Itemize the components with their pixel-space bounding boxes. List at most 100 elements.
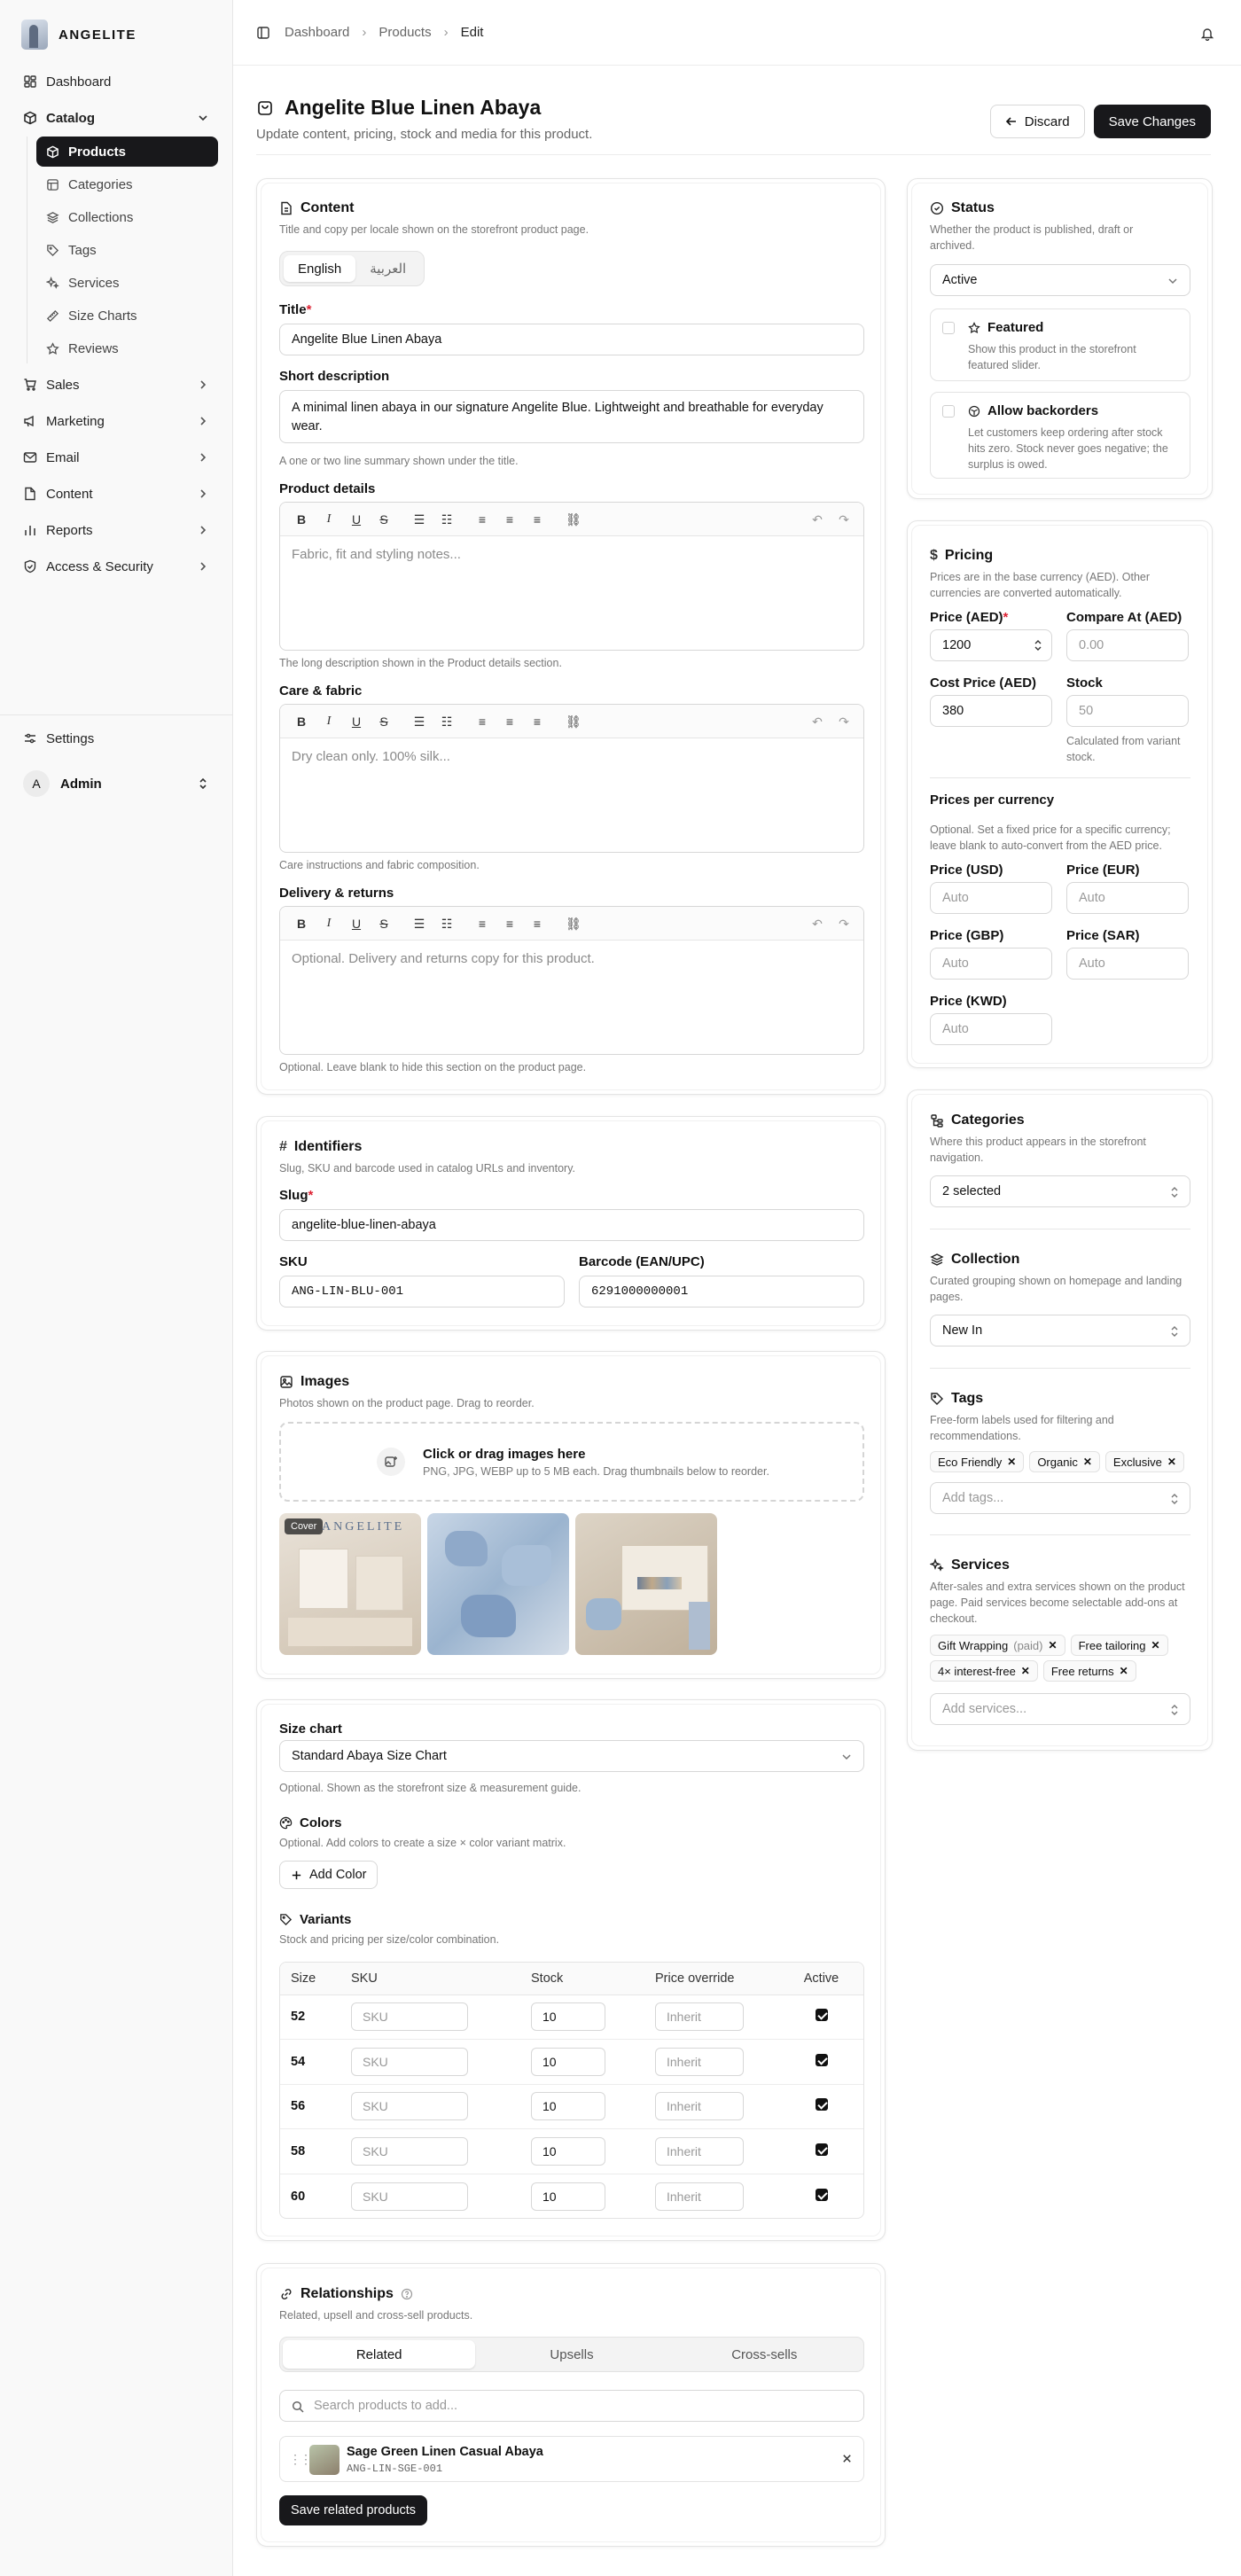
underline-icon[interactable]: U bbox=[349, 714, 363, 729]
variant-sku-input[interactable]: SKU bbox=[351, 2002, 468, 2032]
short-description-textarea[interactable]: A minimal linen abaya in our signature A… bbox=[279, 390, 864, 443]
sidebar-item-dashboard[interactable]: Dashboard bbox=[14, 66, 218, 98]
breadcrumb-dashboard[interactable]: Dashboard bbox=[285, 25, 349, 40]
compare-at-input[interactable]: 0.00 bbox=[1066, 629, 1189, 661]
brand-logo[interactable]: ANGELITE bbox=[21, 20, 137, 50]
drag-handle-icon[interactable]: ⋮⋮ bbox=[289, 2452, 312, 2467]
variant-stock-input[interactable]: 10 bbox=[531, 2182, 605, 2211]
price-eur-input[interactable]: Auto bbox=[1066, 882, 1189, 914]
locale-tab-english[interactable]: English bbox=[284, 255, 356, 282]
product-thumbnail[interactable] bbox=[575, 1513, 717, 1655]
bell-icon[interactable] bbox=[1200, 27, 1214, 41]
sidebar-item-services[interactable]: Services bbox=[36, 268, 218, 298]
tab-related[interactable]: Related bbox=[283, 2340, 476, 2369]
variant-price-override-input[interactable]: Inherit bbox=[655, 2002, 744, 2032]
sidebar-item-email[interactable]: Email bbox=[14, 441, 218, 473]
align-center-icon[interactable]: ≡ bbox=[503, 512, 517, 527]
remove-service-icon[interactable]: ✕ bbox=[1021, 1665, 1030, 1677]
bold-icon[interactable]: B bbox=[294, 512, 308, 527]
variant-active-checkbox[interactable] bbox=[815, 2143, 828, 2157]
redo-icon[interactable]: ↷ bbox=[837, 714, 851, 729]
align-left-icon[interactable]: ≡ bbox=[475, 512, 489, 527]
align-left-icon[interactable]: ≡ bbox=[475, 714, 489, 729]
size-chart-select[interactable]: Standard Abaya Size Chart bbox=[279, 1740, 864, 1772]
stepper-icon[interactable] bbox=[1034, 638, 1042, 652]
image-dropzone[interactable]: Click or drag images here PNG, JPG, WEBP… bbox=[279, 1422, 864, 1502]
price-kwd-input[interactable]: Auto bbox=[930, 1013, 1052, 1045]
sidebar-item-size-charts[interactable]: Size Charts bbox=[36, 301, 218, 331]
collection-select[interactable]: New In bbox=[930, 1315, 1190, 1347]
variant-price-override-input[interactable]: Inherit bbox=[655, 2182, 744, 2211]
related-search-input[interactable]: Search products to add... bbox=[279, 2390, 864, 2422]
align-center-icon[interactable]: ≡ bbox=[503, 714, 517, 729]
remove-icon[interactable] bbox=[841, 2453, 853, 2464]
delivery-returns-editor[interactable]: B I U S ☰ ☷ ≡ ≡ ≡ ⛓ ↶ ↷ Optional. Delive… bbox=[279, 906, 864, 1055]
variant-sku-input[interactable]: SKU bbox=[351, 2092, 468, 2121]
add-color-button[interactable]: Add Color bbox=[279, 1861, 379, 1889]
redo-icon[interactable]: ↷ bbox=[837, 512, 851, 527]
bullet-list-icon[interactable]: ☰ bbox=[412, 714, 426, 729]
sidebar-item-categories[interactable]: Categories bbox=[36, 169, 218, 199]
price-input[interactable]: 1200 bbox=[930, 629, 1052, 661]
discard-button[interactable]: Discard bbox=[989, 105, 1085, 138]
sidebar-item-access-security[interactable]: Access & Security bbox=[14, 550, 218, 582]
variant-stock-input[interactable]: 10 bbox=[531, 2092, 605, 2121]
underline-icon[interactable]: U bbox=[349, 917, 363, 931]
sidebar-item-sales[interactable]: Sales bbox=[14, 369, 218, 401]
save-related-button[interactable]: Save related products bbox=[279, 2495, 428, 2525]
cost-price-input[interactable]: 380 bbox=[930, 695, 1052, 727]
variant-sku-input[interactable]: SKU bbox=[351, 2137, 468, 2166]
redo-icon[interactable]: ↷ bbox=[837, 917, 851, 931]
variant-active-checkbox[interactable] bbox=[815, 2053, 828, 2066]
numbered-list-icon[interactable]: ☷ bbox=[440, 917, 454, 931]
link-icon[interactable]: ⛓ bbox=[566, 917, 581, 931]
strikethrough-icon[interactable]: S bbox=[377, 917, 391, 931]
align-right-icon[interactable]: ≡ bbox=[530, 714, 544, 729]
link-icon[interactable]: ⛓ bbox=[566, 512, 581, 527]
italic-icon[interactable]: I bbox=[322, 917, 336, 931]
variant-active-checkbox[interactable] bbox=[815, 2098, 828, 2112]
slug-input[interactable]: angelite-blue-linen-abaya bbox=[279, 1209, 864, 1241]
remove-tag-icon[interactable]: ✕ bbox=[1083, 1456, 1092, 1468]
undo-icon[interactable]: ↶ bbox=[810, 714, 824, 729]
sidebar-item-tags[interactable]: Tags bbox=[36, 235, 218, 265]
remove-tag-icon[interactable]: ✕ bbox=[1167, 1456, 1176, 1468]
sidebar-item-products[interactable]: Products bbox=[36, 137, 218, 167]
tags-input[interactable]: Add tags... bbox=[930, 1482, 1190, 1514]
numbered-list-icon[interactable]: ☷ bbox=[440, 714, 454, 729]
care-fabric-editor[interactable]: B I U S ☰ ☷ ≡ ≡ ≡ ⛓ ↶ ↷ Dry clean only. … bbox=[279, 704, 864, 853]
variant-stock-input[interactable]: 10 bbox=[531, 2137, 605, 2166]
title-input[interactable]: Angelite Blue Linen Abaya bbox=[279, 324, 864, 355]
align-right-icon[interactable]: ≡ bbox=[530, 512, 544, 527]
link-icon[interactable]: ⛓ bbox=[566, 714, 581, 729]
underline-icon[interactable]: U bbox=[349, 512, 363, 527]
variant-active-checkbox[interactable] bbox=[815, 2009, 828, 2022]
backorders-checkbox[interactable] bbox=[942, 405, 955, 418]
variant-price-override-input[interactable]: Inherit bbox=[655, 2137, 744, 2166]
italic-icon[interactable]: I bbox=[322, 512, 336, 527]
backorders-option[interactable]: Allow backorders Let customers keep orde… bbox=[930, 392, 1190, 479]
sidebar-item-marketing[interactable]: Marketing bbox=[14, 405, 218, 437]
sku-input[interactable]: ANG-LIN-BLU-001 bbox=[279, 1276, 565, 1308]
variant-active-checkbox[interactable] bbox=[815, 2188, 828, 2201]
user-menu[interactable]: A Admin bbox=[14, 766, 218, 801]
remove-service-icon[interactable]: ✕ bbox=[1120, 1665, 1128, 1677]
sidebar-item-reviews[interactable]: Reviews bbox=[36, 333, 218, 363]
breadcrumb-products[interactable]: Products bbox=[379, 25, 431, 40]
align-right-icon[interactable]: ≡ bbox=[530, 917, 544, 931]
variant-stock-input[interactable]: 10 bbox=[531, 2002, 605, 2032]
product-thumbnail-cover[interactable]: Cover ANGELITE bbox=[279, 1513, 421, 1655]
price-usd-input[interactable]: Auto bbox=[930, 882, 1052, 914]
featured-option[interactable]: Featured Show this product in the storef… bbox=[930, 308, 1190, 381]
variant-price-override-input[interactable]: Inherit bbox=[655, 2092, 744, 2121]
product-details-editor[interactable]: B I U S ☰ ☷ ≡ ≡ ≡ ⛓ ↶ ↷ Fabric, fit and … bbox=[279, 502, 864, 651]
sidebar-item-catalog[interactable]: Catalog bbox=[14, 102, 218, 134]
help-circle-icon[interactable] bbox=[401, 2288, 413, 2300]
locale-tab-arabic[interactable]: العربية bbox=[355, 255, 420, 282]
strikethrough-icon[interactable]: S bbox=[377, 512, 391, 527]
sidebar-toggle-icon[interactable] bbox=[256, 26, 270, 40]
undo-icon[interactable]: ↶ bbox=[810, 917, 824, 931]
featured-checkbox[interactable] bbox=[942, 322, 955, 334]
italic-icon[interactable]: I bbox=[322, 714, 336, 729]
product-thumbnail[interactable] bbox=[427, 1513, 569, 1655]
